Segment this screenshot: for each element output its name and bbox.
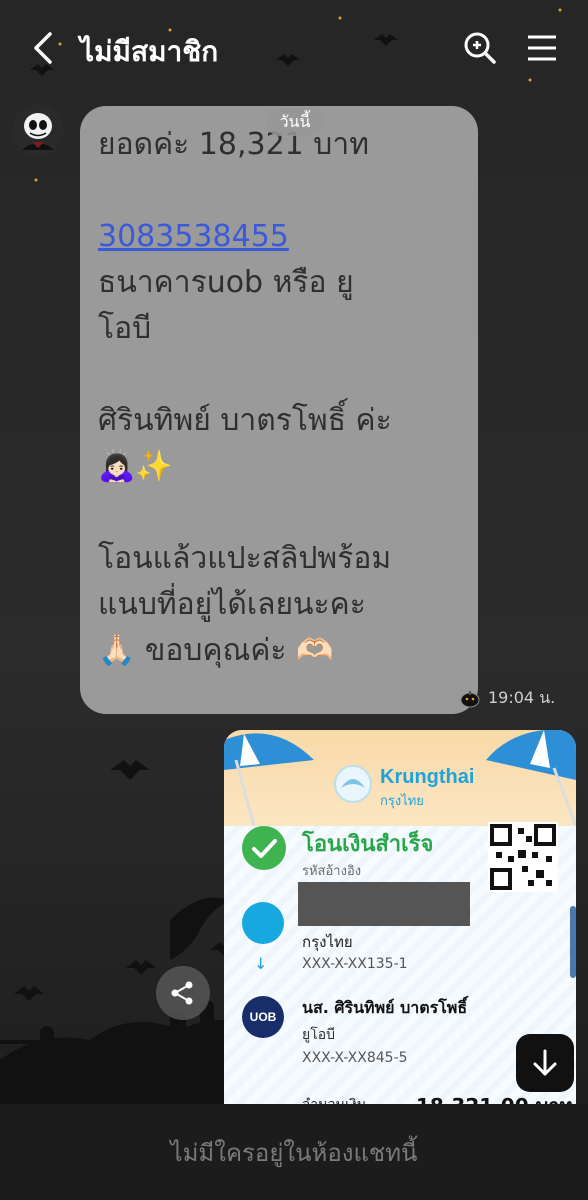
bat-icon (14, 986, 44, 1001)
krungthai-bank-logo-icon (242, 902, 284, 944)
message-line: โอนแล้วแปะสลิปพร้อม (98, 541, 392, 576)
sender-avatar[interactable] (12, 104, 64, 156)
message-time: 19:04 น. (488, 688, 556, 707)
message-line: แนบที่อยู่ได้เลยนะคะ (98, 587, 366, 622)
chat-footer: ไม่มีใครอยู่ในห้องแชทนี้ (0, 1104, 588, 1200)
back-button[interactable] (26, 28, 60, 68)
message-spacer (98, 168, 460, 214)
search-button[interactable] (462, 30, 498, 66)
menu-button[interactable] (524, 30, 560, 66)
chat-header: ไม่มีสมาชิก (0, 0, 588, 96)
bat-icon (110, 760, 150, 780)
transfer-arrow-icon: ↓ (254, 954, 268, 973)
message-spacer (98, 352, 460, 398)
sender-account: XXX-X-XX135-1 (302, 956, 408, 972)
emoji-line: 🙇🏻‍♀️✨ (98, 449, 173, 484)
transfer-status: โอนเงินสำเร็จ (302, 832, 434, 857)
message-line: 🙏🏻 ขอบคุณค่ะ 🫶🏻 (98, 633, 334, 668)
message-line: โอบี (98, 311, 152, 346)
receiver-name: นส. ศิรินทิพย์ บาตรโพธิ์ (302, 998, 468, 1017)
reference-redacted (298, 882, 470, 926)
skeleton-avatar-icon (12, 104, 64, 156)
slip-brand-name: Krungthai (380, 766, 475, 788)
slip-scrollbar[interactable] (570, 906, 576, 978)
message-line: ธนาคารuob หรือ ยู (98, 265, 354, 300)
account-number-link[interactable]: 3083538455 (98, 214, 460, 260)
pumpkin-icon (460, 691, 480, 708)
empty-room-notice: ไม่มีใครอยู่ในห้องแชทนี้ (170, 1138, 418, 1167)
message-spacer (98, 490, 460, 536)
message-line: ศิรินทิพย์ บาตรโพธิ์ ค่ะ (98, 403, 392, 438)
fence (0, 1040, 120, 1044)
slip-brand-name-th: กรุงไทย (380, 794, 424, 809)
share-icon (171, 981, 193, 1005)
search-icon (464, 32, 496, 64)
uob-bank-logo-icon: UOB (242, 996, 284, 1038)
arrow-down-icon (533, 1049, 557, 1076)
message-bubble[interactable]: ยอดค่ะ 18,321 บาท 3083538455 ธนาคารuob ห… (80, 106, 478, 714)
share-button[interactable] (156, 966, 210, 1020)
reference-label: รหัสอ้างอิง (302, 864, 362, 879)
menu-icon (528, 35, 556, 61)
success-check-icon (242, 826, 286, 870)
qr-code-icon (488, 822, 558, 892)
back-arrow-icon (34, 32, 52, 64)
chat-title: ไม่มีสมาชิก (80, 35, 219, 68)
date-divider: วันนี้ (266, 108, 324, 136)
sender-bank-name: กรุงไทย (302, 933, 353, 951)
bat-icon (126, 960, 156, 975)
krungthai-logo-icon (334, 765, 372, 803)
receiver-bank-name: ยูโอบี (302, 1027, 336, 1043)
receiver-account: XXX-X-XX845-5 (302, 1050, 408, 1066)
scroll-to-bottom-button[interactable] (516, 1034, 574, 1092)
